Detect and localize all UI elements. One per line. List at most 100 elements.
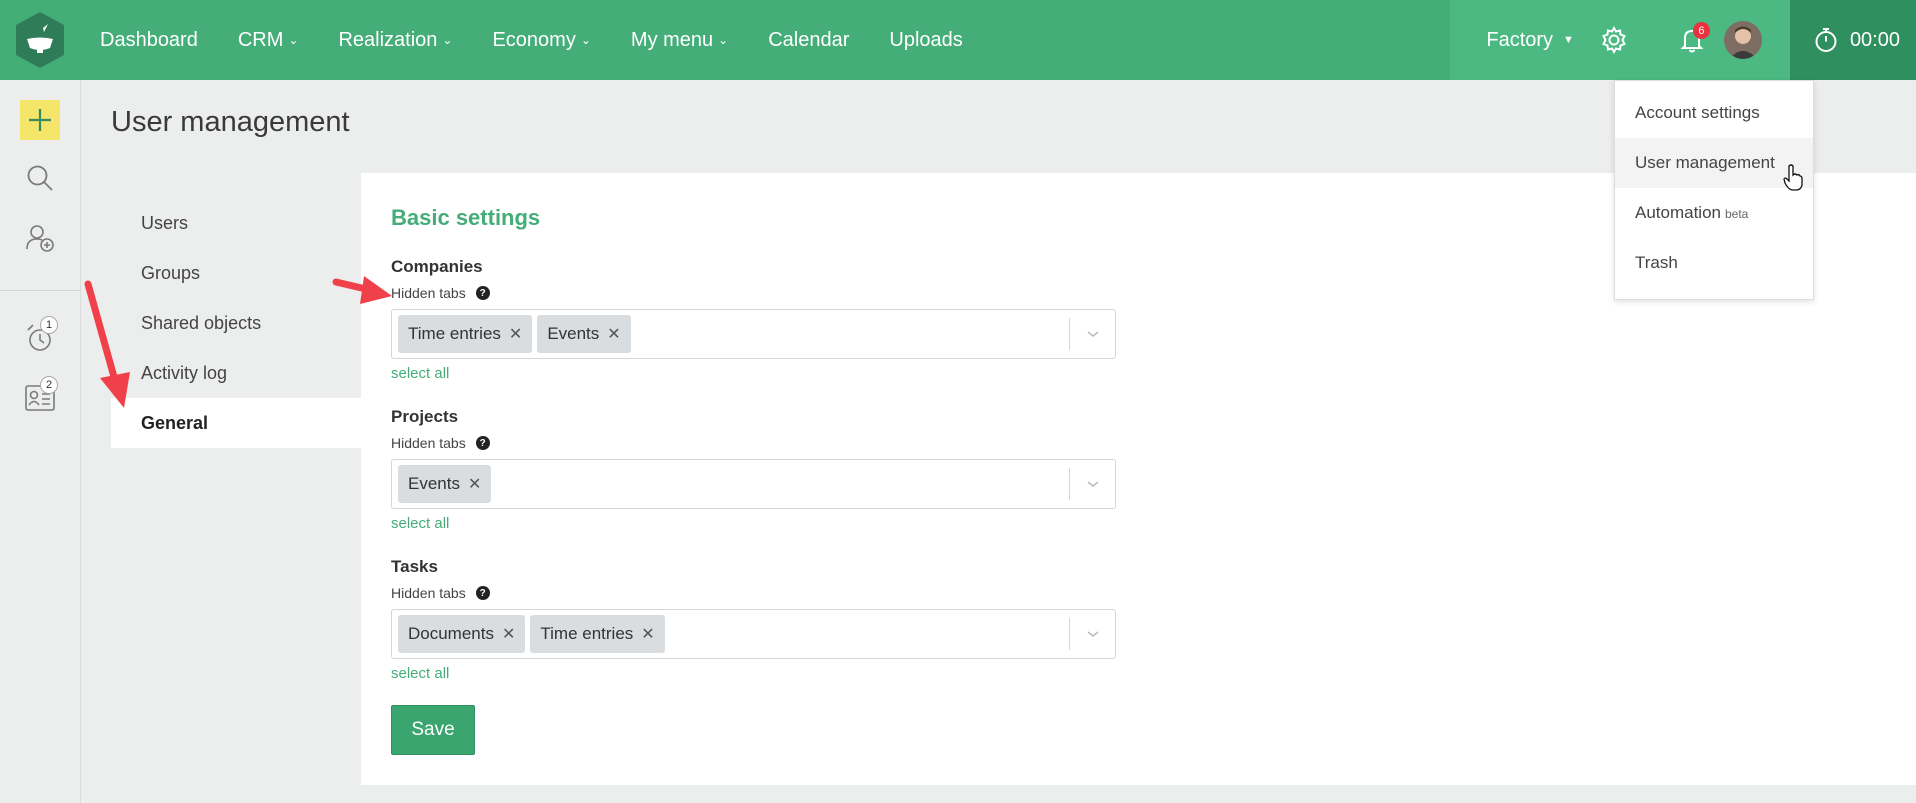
- company-zone: Factory ▼ 6: [1450, 0, 1790, 80]
- group-subtitle: Hidden tabs ?: [391, 585, 1116, 601]
- chevron-down-icon: ⌄: [288, 33, 299, 47]
- tag: Events ✕: [537, 315, 631, 353]
- hidden-tabs-label: Hidden tabs: [391, 435, 466, 451]
- question-icon[interactable]: ?: [475, 286, 490, 300]
- add-contact-icon[interactable]: [20, 218, 60, 258]
- timer-button[interactable]: 00:00: [1789, 0, 1916, 80]
- close-icon[interactable]: ✕: [641, 624, 654, 644]
- logo-icon[interactable]: [10, 10, 70, 70]
- submenu-item-activity-log[interactable]: Activity log: [111, 348, 361, 398]
- group-title: Tasks: [391, 557, 438, 576]
- caret-down-icon: ▼: [1563, 34, 1574, 46]
- tag: Time entries ✕: [530, 615, 665, 653]
- plus-icon[interactable]: [20, 100, 60, 140]
- hidden-tabs-select[interactable]: Time entries ✕ Events ✕: [391, 309, 1116, 359]
- notification-badge: 6: [1692, 22, 1710, 39]
- tag: Documents ✕: [398, 615, 526, 653]
- nav-dashboard[interactable]: Dashboard: [100, 29, 198, 52]
- question-icon[interactable]: ?: [475, 586, 490, 600]
- chevron-down-icon[interactable]: [1069, 318, 1115, 350]
- tag-label: Time entries: [408, 324, 501, 343]
- tag-label: Time entries: [540, 624, 634, 643]
- hidden-tabs-select[interactable]: Events ✕: [391, 459, 1116, 509]
- alarm-icon[interactable]: 1: [20, 316, 60, 358]
- nav-uploads[interactable]: Uploads: [889, 29, 962, 52]
- top-right-controls: Factory ▼ 6 00:00: [1450, 0, 1916, 80]
- reminders-badge: 1: [40, 316, 58, 334]
- submenu-item-groups[interactable]: Groups: [111, 248, 361, 298]
- menu-item-label: Account settings: [1635, 103, 1760, 122]
- group-title: Companies: [391, 257, 483, 276]
- close-icon[interactable]: ✕: [509, 324, 522, 344]
- settings-dropdown-menu: Account settings User management Automat…: [1614, 80, 1814, 300]
- submenu-item-shared-objects[interactable]: Shared objects: [111, 298, 361, 348]
- submenu-item-users[interactable]: Users: [111, 198, 361, 248]
- chevron-down-icon: ⌄: [718, 33, 729, 47]
- menu-item-user-management[interactable]: User management: [1615, 138, 1813, 188]
- tag-label: Events: [408, 474, 460, 493]
- nav-label: Realization: [338, 28, 438, 51]
- nav-label: Dashboard: [100, 28, 198, 51]
- nav-crm[interactable]: CRM ⌄: [238, 29, 299, 52]
- tag: Events ✕: [398, 465, 492, 503]
- main-nav: Dashboard CRM ⌄ Realization ⌄ Economy ⌄ My …: [100, 0, 1003, 80]
- chevron-down-icon[interactable]: [1069, 468, 1115, 500]
- stopwatch-icon: [1815, 28, 1837, 52]
- tag: Time entries ✕: [398, 315, 533, 353]
- contact-card-icon[interactable]: 2: [20, 376, 60, 418]
- company-name: Factory: [1486, 28, 1554, 51]
- hidden-tabs-label: Hidden tabs: [391, 285, 466, 301]
- tag-label: Events: [547, 324, 600, 343]
- nav-label: Uploads: [889, 28, 963, 51]
- menu-item-label: Trash: [1635, 253, 1678, 272]
- hidden-tabs-label: Hidden tabs: [391, 585, 466, 601]
- projects-group: Projects Hidden tabs ? Events ✕ select al…: [391, 407, 1116, 533]
- group-subtitle: Hidden tabs ?: [391, 435, 1116, 451]
- nav-label: Calendar: [768, 28, 850, 51]
- menu-item-label: User management: [1635, 153, 1775, 172]
- search-icon[interactable]: [20, 158, 60, 198]
- left-rail: 1 2: [0, 80, 81, 803]
- close-icon[interactable]: ✕: [607, 324, 620, 344]
- menu-item-automation[interactable]: Automation beta: [1615, 188, 1813, 238]
- settings-submenu: Users Groups Shared objects Activity log…: [111, 198, 361, 448]
- menu-item-label: Automation: [1635, 203, 1721, 222]
- menu-item-trash[interactable]: Trash: [1615, 238, 1813, 288]
- select-all-link[interactable]: select all: [391, 365, 449, 382]
- chevron-down-icon: ⌄: [580, 33, 591, 47]
- question-icon[interactable]: ?: [475, 436, 490, 450]
- tasks-badge: 2: [40, 376, 58, 394]
- group-subtitle: Hidden tabs ?: [391, 285, 1116, 301]
- nav-realization[interactable]: Realization ⌄: [338, 29, 452, 52]
- menu-item-account-settings[interactable]: Account settings: [1615, 88, 1813, 138]
- nav-label: My menu: [630, 28, 714, 51]
- tasks-group: Tasks Hidden tabs ? Documents ✕ Time entr…: [391, 557, 1116, 683]
- chevron-down-icon: ⌄: [442, 33, 453, 47]
- rail-divider: [0, 290, 81, 291]
- company-switcher[interactable]: Factory ▼: [1450, 29, 1594, 52]
- nav-calendar[interactable]: Calendar: [768, 29, 849, 52]
- nav-label: Economy: [492, 28, 576, 51]
- select-all-link[interactable]: select all: [391, 515, 449, 532]
- chevron-down-icon[interactable]: [1069, 618, 1115, 650]
- tag-label: Documents: [408, 624, 494, 643]
- nav-label: CRM: [237, 28, 284, 51]
- page-title: User management: [111, 106, 350, 138]
- select-all-link[interactable]: select all: [391, 665, 449, 682]
- beta-label: beta: [1725, 207, 1749, 221]
- notifications-button[interactable]: 6: [1672, 20, 1712, 60]
- companies-group: Companies Hidden tabs ? Time entries ✕ Ev…: [391, 257, 1116, 383]
- avatar[interactable]: [1723, 21, 1762, 59]
- nav-economy[interactable]: Economy ⌄: [492, 29, 590, 52]
- gear-icon[interactable]: [1594, 20, 1634, 60]
- timer-value: 00:00: [1849, 28, 1900, 51]
- close-icon[interactable]: ✕: [468, 474, 481, 494]
- hidden-tabs-select[interactable]: Documents ✕ Time entries ✕: [391, 609, 1116, 659]
- nav-my-menu[interactable]: My menu ⌄: [631, 29, 728, 52]
- submenu-item-general[interactable]: General: [111, 398, 361, 448]
- top-navigation-bar: Dashboard CRM ⌄ Realization ⌄ Economy ⌄ My …: [0, 0, 1916, 80]
- section-title: Basic settings: [391, 205, 541, 230]
- save-button[interactable]: Save: [391, 705, 475, 755]
- group-title: Projects: [391, 407, 459, 426]
- close-icon[interactable]: ✕: [502, 624, 515, 644]
